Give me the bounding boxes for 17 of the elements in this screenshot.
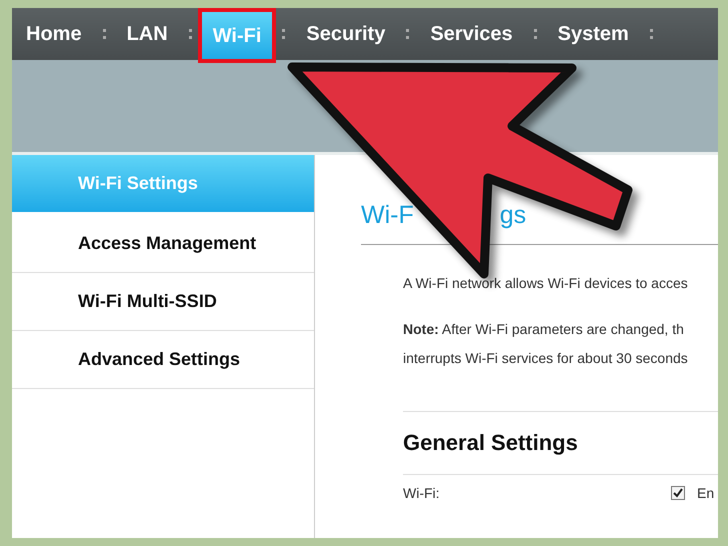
- sidebar-item[interactable]: Wi-Fi Multi-SSID: [12, 273, 314, 331]
- nav-tab[interactable]: Services: [418, 8, 525, 60]
- page-title: Wi-F: [361, 201, 414, 230]
- nav-tab[interactable]: LAN: [114, 8, 180, 60]
- page-title: gs: [500, 201, 526, 230]
- field-label: Wi-Fi:: [403, 485, 441, 501]
- option-label: En: [697, 485, 714, 501]
- sidebar-item[interactable]: Advanced Settings: [12, 331, 314, 389]
- checkbox[interactable]: [671, 486, 685, 500]
- note-text: Note: After Wi-Fi parameters are changed, th: [403, 320, 685, 339]
- nav-tab[interactable]: System: [546, 8, 641, 60]
- sidebar-item[interactable]: Access Management: [12, 215, 314, 273]
- section-title: General Settings: [403, 430, 579, 456]
- note-text: interrupts Wi-Fi services for about 30 seconds: [403, 349, 689, 368]
- nav-tab[interactable]: Home: [14, 8, 94, 60]
- intro-text: A Wi-Fi network allows Wi-Fi devices to acces: [403, 275, 689, 291]
- nav-tab[interactable]: Security: [294, 8, 398, 60]
